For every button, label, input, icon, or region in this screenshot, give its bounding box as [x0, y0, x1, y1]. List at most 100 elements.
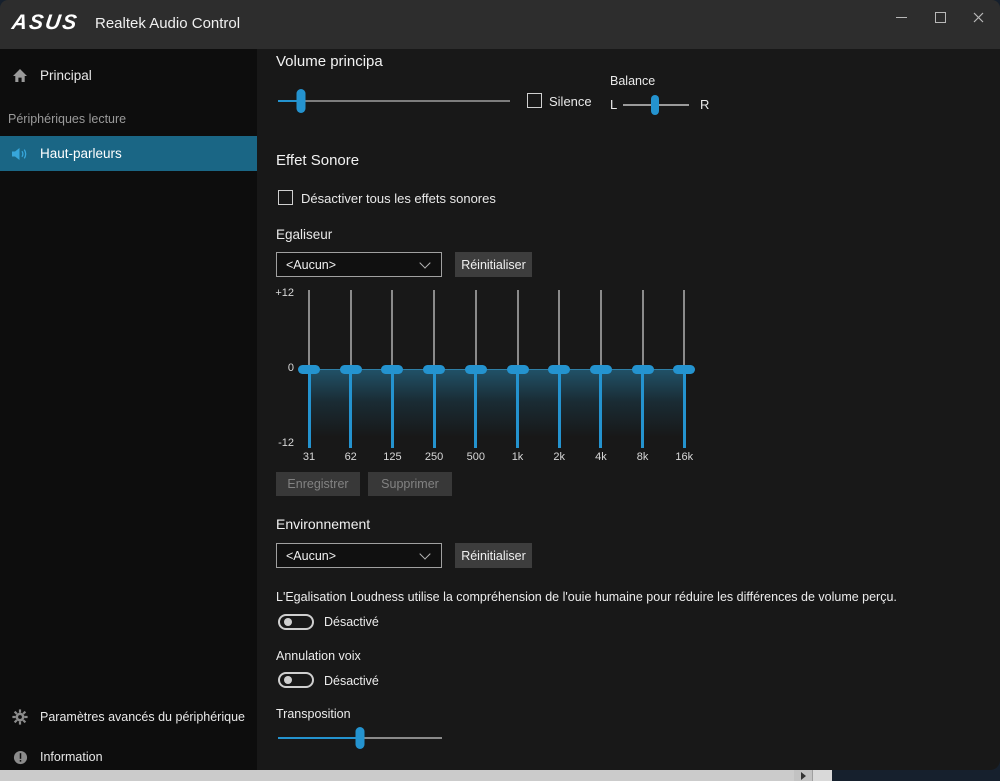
- eq-track-lower: [474, 369, 477, 448]
- eq-track-upper: [433, 290, 435, 369]
- chevron-down-icon: [419, 257, 430, 268]
- eq-track-lower: [599, 369, 602, 448]
- sound-effects-title: Effet Sonore: [276, 152, 359, 169]
- eq-handle[interactable]: [423, 365, 445, 374]
- eq-track-lower: [433, 369, 436, 448]
- eq-band-slider[interactable]: 8k: [621, 290, 665, 465]
- environment-preset-dropdown[interactable]: <Aucun>: [276, 543, 442, 568]
- eq-handle[interactable]: [298, 365, 320, 374]
- silence-checkbox[interactable]: [527, 93, 542, 108]
- eq-track-upper: [600, 290, 602, 369]
- maximize-icon: [935, 12, 946, 23]
- silence-label: Silence: [549, 94, 592, 109]
- eq-handle[interactable]: [507, 365, 529, 374]
- master-volume-slider[interactable]: [278, 89, 510, 113]
- eq-band-slider[interactable]: 2k: [537, 290, 581, 465]
- eq-track-upper: [391, 290, 393, 369]
- minimize-icon: [896, 17, 907, 18]
- sidebar-item-label: Principal: [40, 68, 92, 83]
- eq-band-slider[interactable]: 1k: [496, 290, 540, 465]
- eq-band-label: 31: [287, 451, 331, 463]
- transposition-label: Transposition: [276, 707, 351, 721]
- eq-track-upper: [642, 290, 644, 369]
- sidebar-item-advanced-settings[interactable]: Paramètres avancés du périphérique: [0, 702, 257, 732]
- eq-track-upper: [350, 290, 352, 369]
- sidebar-section-playback: Périphériques lecture: [8, 112, 126, 126]
- slider-thumb[interactable]: [356, 727, 365, 749]
- gear-icon: [11, 709, 29, 725]
- eq-handle[interactable]: [381, 365, 403, 374]
- eq-track-upper: [558, 290, 560, 369]
- toggle-knob: [284, 676, 292, 684]
- home-icon: [11, 67, 29, 83]
- eq-track-upper: [475, 290, 477, 369]
- slider-thumb[interactable]: [297, 89, 306, 113]
- equalizer-preset-dropdown[interactable]: <Aucun>: [276, 252, 442, 277]
- transposition-slider[interactable]: [278, 726, 442, 750]
- eq-band-slider[interactable]: 31: [287, 290, 331, 465]
- balance-label: Balance: [610, 74, 655, 88]
- equalizer-label: Egaliseur: [276, 227, 332, 242]
- window-title: Realtek Audio Control: [95, 15, 240, 32]
- environment-reset-button[interactable]: Réinitialiser: [455, 543, 532, 568]
- sidebar-item-label: Information: [40, 750, 103, 764]
- maximize-button[interactable]: [923, 2, 957, 32]
- eq-band-slider[interactable]: 125: [370, 290, 414, 465]
- arrow-right-icon: [801, 772, 806, 780]
- loudness-state-label: Désactivé: [324, 615, 379, 629]
- eq-track-upper: [683, 290, 685, 369]
- eq-handle[interactable]: [632, 365, 654, 374]
- eq-band-slider[interactable]: 16k: [662, 290, 706, 465]
- minimize-button[interactable]: [884, 2, 918, 32]
- environment-preset-value: <Aucun>: [277, 549, 421, 563]
- balance-slider[interactable]: [623, 93, 689, 117]
- slider-thumb[interactable]: [651, 95, 659, 115]
- horizontal-scrollbar[interactable]: [0, 770, 832, 781]
- toggle-knob: [284, 618, 292, 626]
- disable-all-effects-label: Désactiver tous les effets sonores: [301, 191, 496, 206]
- delete-preset-button[interactable]: Supprimer: [368, 472, 452, 496]
- eq-track-lower: [558, 369, 561, 448]
- close-icon: [973, 12, 984, 23]
- chevron-down-icon: [419, 548, 430, 559]
- eq-handle[interactable]: [673, 365, 695, 374]
- eq-band-label: 16k: [662, 451, 706, 463]
- eq-track-lower: [641, 369, 644, 448]
- sidebar-item-label: Paramètres avancés du périphérique: [40, 710, 245, 724]
- eq-band-slider[interactable]: 4k: [579, 290, 623, 465]
- eq-track-lower: [391, 369, 394, 448]
- eq-track-upper: [308, 290, 310, 369]
- speaker-icon: [11, 146, 29, 162]
- scrollbar-right-arrow-button[interactable]: [794, 770, 812, 781]
- slider-track: [278, 100, 510, 102]
- eq-track-lower: [516, 369, 519, 448]
- sidebar-item-speakers[interactable]: Haut-parleurs: [0, 136, 257, 171]
- voice-cancellation-label: Annulation voix: [276, 649, 361, 663]
- save-preset-button[interactable]: Enregistrer: [276, 472, 360, 496]
- close-button[interactable]: [961, 2, 995, 32]
- voice-cancellation-toggle[interactable]: [278, 672, 314, 688]
- eq-handle[interactable]: [465, 365, 487, 374]
- eq-track-lower: [308, 369, 311, 448]
- voice-cancellation-state-label: Désactivé: [324, 674, 379, 688]
- eq-band-slider[interactable]: 250: [412, 290, 456, 465]
- volume-title: Volume principa: [276, 53, 383, 70]
- loudness-toggle[interactable]: [278, 614, 314, 630]
- eq-band-slider[interactable]: 500: [454, 290, 498, 465]
- info-icon: [11, 749, 29, 765]
- sidebar-item-principal[interactable]: Principal: [0, 60, 257, 90]
- eq-handle[interactable]: [340, 365, 362, 374]
- slider-fill: [278, 737, 360, 739]
- titlebar[interactable]: ASUS Realtek Audio Control: [0, 0, 1000, 49]
- equalizer-reset-button[interactable]: Réinitialiser: [455, 252, 532, 277]
- sidebar-item-information[interactable]: Information: [0, 742, 257, 772]
- eq-track-upper: [517, 290, 519, 369]
- eq-band-label: 2k: [537, 451, 581, 463]
- sidebar-item-label: Haut-parleurs: [40, 146, 122, 161]
- sidebar: Principal Périphériques lecture Haut-par…: [0, 49, 257, 770]
- eq-band-slider[interactable]: 62: [329, 290, 373, 465]
- disable-all-effects-checkbox[interactable]: [278, 190, 293, 205]
- eq-track-lower: [683, 369, 686, 448]
- eq-handle[interactable]: [590, 365, 612, 374]
- eq-handle[interactable]: [548, 365, 570, 374]
